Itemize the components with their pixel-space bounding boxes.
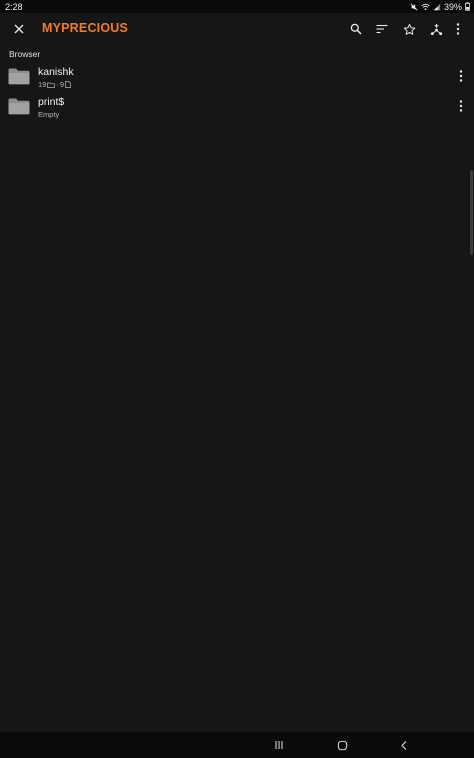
sort-button[interactable]: [371, 18, 393, 40]
recents-button[interactable]: [269, 736, 289, 754]
file-count: 9: [59, 80, 65, 89]
close-icon: [14, 24, 24, 34]
navigation-bar: [0, 732, 474, 758]
folder-small-icon: [47, 82, 56, 88]
status-bar: 2:28 39%: [0, 0, 474, 13]
section-label: Browser: [9, 49, 41, 59]
item-more-button[interactable]: [454, 97, 468, 115]
sort-icon: [376, 24, 388, 34]
back-button[interactable]: [394, 736, 414, 754]
app-bar: MYPRECIOUS: [0, 13, 474, 45]
favorite-button[interactable]: [398, 18, 420, 40]
folder-icon: [8, 98, 30, 115]
more-vertical-icon: [459, 100, 463, 112]
item-more-button[interactable]: [454, 67, 468, 85]
signal-icon: [433, 3, 441, 10]
folder-icon: [8, 68, 30, 85]
item-meta: Empty: [38, 110, 59, 119]
wifi-icon: [421, 3, 430, 10]
battery-percent: 39%: [443, 1, 462, 12]
add-network-icon: [430, 23, 442, 35]
recents-icon: [275, 741, 283, 749]
mute-icon: [410, 2, 418, 11]
item-meta: 19 · 9: [38, 80, 71, 89]
add-network-button[interactable]: [425, 18, 447, 40]
list-item-kanishk[interactable]: kanishk 19 · 9: [0, 64, 474, 92]
battery-icon: [465, 2, 470, 11]
home-icon: [337, 740, 347, 750]
screen: 2:28 39% MYPRECIOUS Browser kanishk 19 ·…: [0, 0, 474, 758]
search-button[interactable]: [345, 18, 367, 40]
item-name: print$: [38, 96, 65, 108]
star-icon: [403, 23, 415, 35]
home-button[interactable]: [332, 736, 352, 754]
file-small-icon: [65, 81, 71, 88]
close-button[interactable]: [8, 18, 30, 40]
search-icon: [350, 23, 362, 35]
status-icons: 39%: [410, 2, 470, 12]
status-time: 2:28: [5, 1, 23, 12]
app-title: MYPRECIOUS: [42, 21, 129, 35]
item-name: kanishk: [38, 66, 74, 78]
back-icon: [401, 740, 407, 750]
list-item-print[interactable]: print$ Empty: [0, 94, 474, 122]
more-vertical-icon: [456, 23, 460, 35]
overflow-menu-button[interactable]: [447, 18, 469, 40]
more-vertical-icon: [459, 70, 463, 82]
item-status: Empty: [38, 110, 60, 119]
scrollbar-thumb[interactable]: [470, 170, 473, 255]
meta-separator: ·: [56, 80, 59, 89]
folder-count: 19: [38, 80, 47, 89]
